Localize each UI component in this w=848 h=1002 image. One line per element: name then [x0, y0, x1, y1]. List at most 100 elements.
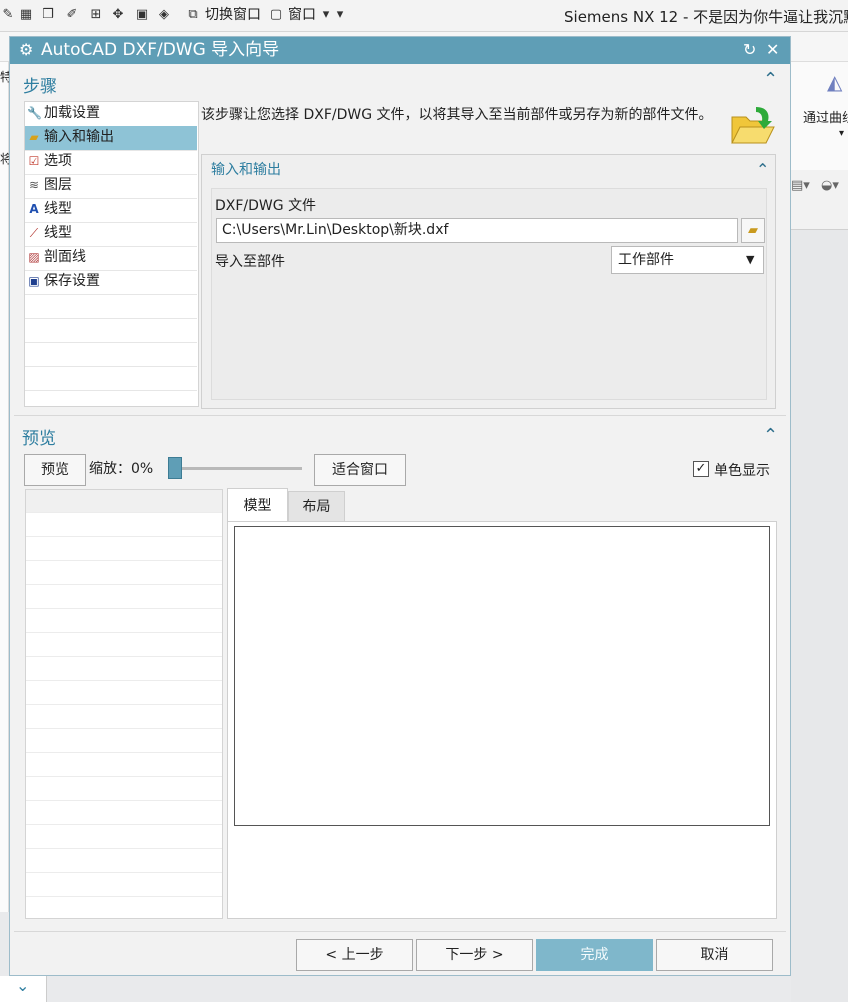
folder-icon: ▰	[748, 223, 758, 238]
next-step-button[interactable]: 下一步 >	[416, 939, 533, 971]
preview-tab-panel	[227, 521, 777, 919]
file-label: DXF/DWG 文件	[215, 198, 317, 214]
step-linetype[interactable]: ⟋ 线型	[25, 222, 197, 247]
list-item	[25, 294, 197, 319]
graphics-area	[791, 230, 848, 1002]
previous-step-button[interactable]: < 上一步	[296, 939, 413, 971]
step-label: 选项	[44, 153, 72, 169]
list-item	[26, 632, 222, 657]
edit-icon[interactable]: ✎	[0, 7, 16, 23]
surface-icon[interactable]: ◭	[827, 70, 848, 94]
step-label: 保存设置	[44, 273, 100, 289]
dialog-titlebar[interactable]: ⚙ AutoCAD DXF/DWG 导入向导 ↻ ✕	[10, 37, 790, 64]
step-label: 图层	[44, 177, 72, 193]
list-item	[25, 318, 197, 343]
switch-window-button[interactable]: 切换窗口	[205, 6, 261, 24]
window-menu[interactable]: 窗口	[288, 6, 316, 24]
step-hatch[interactable]: ▨ 剖面线	[25, 246, 197, 271]
checklist-icon: ☑	[28, 154, 40, 168]
browse-file-button[interactable]: ▰	[741, 218, 765, 243]
step-label: 线型	[44, 225, 72, 241]
reset-icon[interactable]: ↻	[743, 39, 756, 61]
collapse-steps-icon[interactable]: ⌃	[763, 71, 778, 89]
step-label: 加载设置	[44, 105, 100, 121]
brush-icon[interactable]: ✐	[64, 7, 80, 23]
through-curves-label[interactable]: 通过曲线	[803, 107, 848, 126]
close-icon[interactable]: ✕	[766, 39, 779, 61]
cube-icon[interactable]: ❒	[40, 7, 56, 23]
wrench-icon: 🔧	[27, 106, 42, 120]
list-item	[26, 608, 222, 633]
switch-window-icon[interactable]: ⧉	[185, 7, 201, 23]
chevron-down-icon[interactable]: ⌄	[16, 976, 29, 995]
preview-button[interactable]: 预览	[24, 454, 86, 486]
file-path-input[interactable]: C:\Users\Mr.Lin\Desktop\新块.dxf	[216, 218, 738, 243]
folder-icon: ▰	[29, 130, 39, 144]
list-item	[26, 776, 222, 801]
open-folder-icon	[730, 103, 776, 147]
step-save-settings[interactable]: ▣ 保存设置	[25, 270, 197, 295]
list-item	[26, 656, 222, 681]
window-icon[interactable]: ▢	[268, 7, 284, 23]
zoom-slider-track[interactable]	[178, 467, 302, 470]
step-options[interactable]: ☑ 选项	[25, 150, 197, 175]
tab-layout[interactable]: 布局	[288, 491, 345, 522]
step-label: 剖面线	[44, 249, 86, 265]
collapse-tab[interactable]: ⌄	[0, 976, 47, 1002]
settings-icon[interactable]: ▣	[134, 7, 150, 23]
step-load-settings[interactable]: 🔧 加载设置	[25, 102, 197, 127]
list-item	[26, 800, 222, 825]
move-icon[interactable]: ✥	[110, 7, 126, 23]
list-item	[26, 560, 222, 585]
zoom-slider-thumb[interactable]	[168, 457, 182, 479]
collapse-preview-icon[interactable]: ⌃	[763, 427, 778, 445]
step-label: 输入和输出	[44, 129, 114, 145]
list-header	[26, 490, 222, 513]
preview-heading: 预览	[22, 429, 56, 449]
paint-icon[interactable]: ◈	[156, 7, 172, 23]
list-item	[26, 824, 222, 849]
mono-checkbox[interactable]: ✓	[693, 461, 709, 477]
view-icon[interactable]: ▤▾	[791, 178, 810, 193]
import-wizard-dialog: ⚙ AutoCAD DXF/DWG 导入向导 ↻ ✕ 步骤 ⌃ 🔧 加载设置 ▰…	[9, 36, 791, 976]
steps-heading: 步骤	[23, 77, 57, 97]
line-icon: ⟋	[29, 226, 39, 240]
list-item	[26, 512, 222, 537]
collapse-io-icon[interactable]: ⌃	[756, 161, 769, 179]
io-content: DXF/DWG 文件 C:\Users\Mr.Lin\Desktop\新块.dx…	[211, 188, 767, 400]
chevron-down-icon[interactable]: ▾	[839, 128, 844, 139]
step-description: 该步骤让您选择 DXF/DWG 文件，以将其导入至当前部件或另存为新的部件文件。	[201, 107, 713, 123]
shade-icon[interactable]: ◒▾	[821, 178, 839, 193]
zoom-label: 缩放：0%	[89, 461, 154, 477]
steps-list: 🔧 加载设置 ▰ 输入和输出 ☑ 选项 ≋ 图层 A 线型 ⟋ 线型 ▨ 剖面线…	[24, 101, 199, 407]
layers-icon: ≋	[28, 178, 40, 192]
list-item	[26, 848, 222, 873]
import-to-select[interactable]: 工作部件 ▼	[611, 246, 764, 274]
layout-icon[interactable]: ▦	[18, 7, 34, 23]
preview-layer-list	[25, 489, 223, 919]
finish-button[interactable]: 完成	[536, 939, 653, 971]
io-heading: 输入和输出	[211, 162, 281, 178]
list-item	[25, 342, 197, 367]
list-item	[26, 680, 222, 705]
preview-canvas[interactable]	[234, 526, 770, 826]
ribbon-toolbar-2: ▤▾ ◒▾	[791, 170, 848, 230]
dropdown-icon[interactable]: ▾	[332, 7, 348, 23]
save-icon: ▣	[28, 274, 40, 288]
cancel-button[interactable]: 取消	[656, 939, 773, 971]
fit-window-button[interactable]: 适合窗口	[314, 454, 406, 486]
tab-model[interactable]: 模型	[227, 488, 288, 522]
window-title: Siemens NX 12 - 不是因为你牛逼让我沉默	[564, 8, 848, 26]
step-font[interactable]: A 线型	[25, 198, 197, 223]
mono-label: 单色显示	[714, 463, 770, 479]
io-group: 输入和输出 ⌃ DXF/DWG 文件 C:\Users\Mr.Lin\Deskt…	[201, 154, 776, 409]
grid-icon[interactable]: ⊞	[88, 7, 104, 23]
chevron-down-icon: ▼	[746, 253, 755, 266]
app-toolbar: ✎ ▦ ❒ ✐ ⊞ ✥ ▣ ◈ ⧉ 切换窗口 ▢ 窗口 ▾ ▾ Siemens …	[0, 0, 848, 32]
step-input-output[interactable]: ▰ 输入和输出	[25, 126, 197, 151]
list-item	[26, 728, 222, 753]
step-layers[interactable]: ≋ 图层	[25, 174, 197, 199]
list-item	[25, 366, 197, 391]
gear-icon[interactable]: ⚙	[19, 40, 33, 60]
check-icon: ✓	[695, 461, 707, 476]
